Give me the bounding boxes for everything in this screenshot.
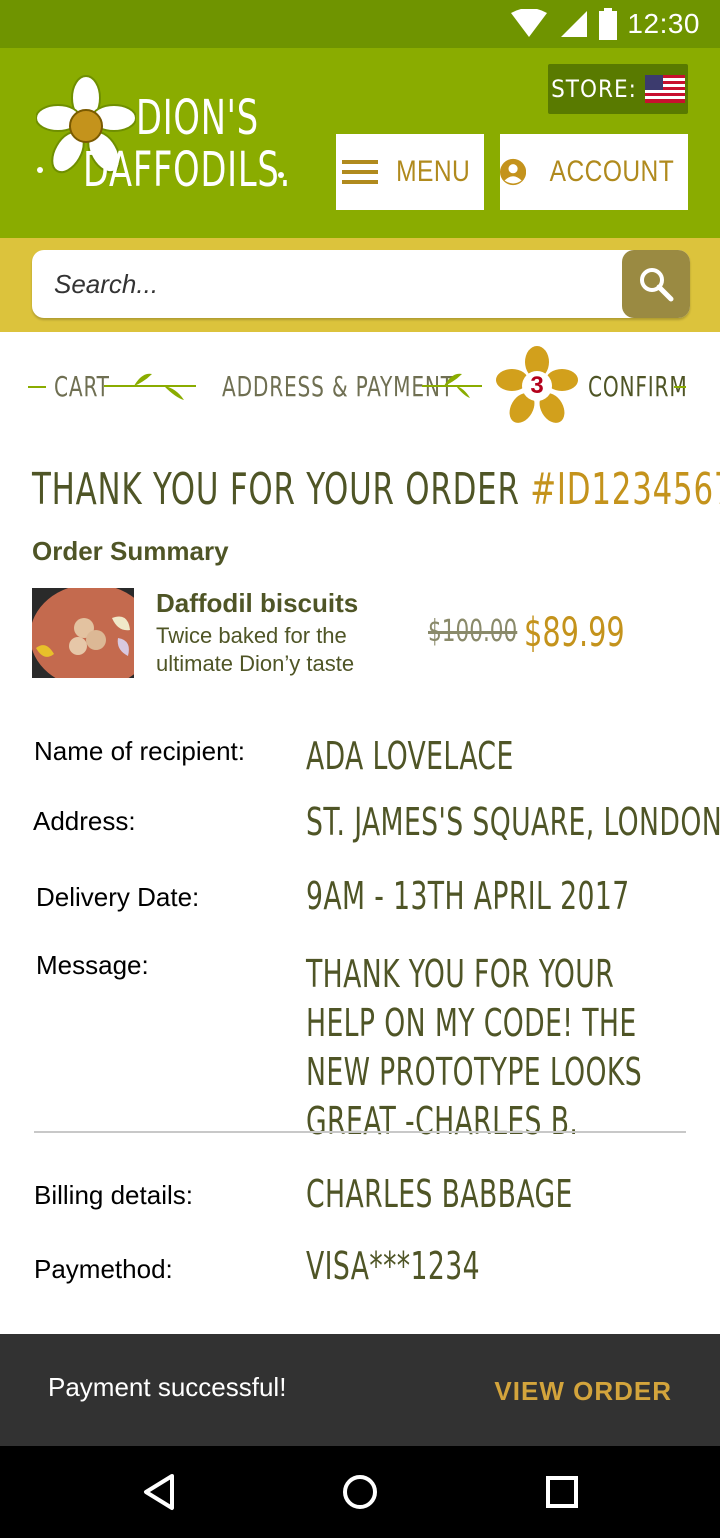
- product-name: Daffodil biscuits: [156, 588, 359, 618]
- status-icons: 12:30: [509, 8, 700, 40]
- view-order-button[interactable]: VIEW ORDER: [494, 1376, 672, 1407]
- signal-icon: [561, 11, 588, 37]
- checkout-stepper: CART ADDRESS & PAYMENT 3 CONFIRM: [0, 340, 720, 430]
- home-button[interactable]: [336, 1468, 384, 1516]
- search-box: [32, 250, 690, 318]
- order-id: #ID1234567: [530, 464, 720, 515]
- delivery-date-value: 9AM - 13TH APRIL 2017: [306, 874, 630, 918]
- vine-icon: [104, 373, 196, 400]
- billing-details-label: Billing details:: [34, 1180, 193, 1210]
- stepper-line-start: [28, 386, 46, 388]
- logo-line-2: DAFFODILS.: [82, 142, 292, 198]
- stepper-line-end: [674, 386, 686, 388]
- search-input[interactable]: [32, 250, 612, 318]
- vine-icon: [422, 373, 482, 398]
- back-button[interactable]: [136, 1468, 184, 1516]
- status-time: 12:30: [627, 8, 700, 39]
- order-summary-title: Order Summary: [32, 536, 229, 566]
- store-selector-button[interactable]: STORE:: [548, 64, 688, 114]
- snackbar: Payment successful! VIEW ORDER: [0, 1334, 720, 1446]
- step-cart[interactable]: CART: [54, 370, 110, 403]
- site-header: DION'S DAFFODILS. STORE: MENU ACCOUNT: [0, 48, 720, 238]
- step-confirm[interactable]: CONFIRM: [588, 370, 688, 403]
- step-confirm-number: 3: [530, 372, 544, 399]
- thank-you-text: THANK YOU FOR YOUR ORDER: [32, 464, 520, 515]
- wifi-icon: [511, 9, 548, 37]
- message-value: THANK YOU FOR YOUR HELP ON MY CODE! THE …: [306, 952, 643, 1143]
- thank-you-heading: THANK YOU FOR YOUR ORDER #ID1234567: [32, 464, 720, 515]
- divider: [34, 1131, 686, 1133]
- status-bar: 12:30: [0, 0, 720, 48]
- us-flag-icon: [644, 75, 685, 103]
- address-label: Address:: [33, 806, 136, 836]
- dions-daffodils-logo[interactable]: DION'S DAFFODILS.: [36, 68, 296, 218]
- logo-line-1: DION'S: [136, 90, 259, 146]
- menu-button[interactable]: MENU: [336, 134, 484, 210]
- original-price: $100.00: [428, 614, 518, 649]
- recipient-value: ADA LOVELACE: [306, 734, 514, 778]
- back-triangle-icon: [144, 1474, 174, 1510]
- logo-text: DION'S DAFFODILS.: [83, 90, 291, 196]
- account-label: ACCOUNT: [549, 155, 675, 188]
- product-description: Twice baked for the ultimate Dion’y tast…: [156, 623, 355, 676]
- system-nav-bar: [0, 1446, 720, 1538]
- menu-label: MENU: [395, 155, 471, 188]
- product-image: [32, 588, 134, 678]
- recents-square-icon: [546, 1476, 578, 1508]
- step-address-payment[interactable]: ADDRESS & PAYMENT: [222, 370, 454, 403]
- sale-price: $89.99: [524, 610, 625, 656]
- address-value: ST. JAMES'S SQUARE, LONDON: [306, 800, 720, 844]
- battery-icon: [599, 8, 618, 40]
- delivery-date-label: Delivery Date:: [36, 882, 200, 912]
- message-label: Message:: [36, 950, 149, 980]
- paymethod-label: Paymethod:: [34, 1254, 173, 1284]
- search-bar: [0, 238, 720, 332]
- logo-dot: [278, 172, 284, 178]
- hamburger-icon: [341, 160, 378, 184]
- home-circle-icon: [343, 1475, 377, 1509]
- snackbar-message: Payment successful!: [48, 1372, 287, 1402]
- account-button[interactable]: ACCOUNT: [500, 134, 688, 210]
- billing-details-value: CHARLES BABBAGE: [306, 1172, 573, 1216]
- search-icon: [640, 268, 674, 302]
- search-button[interactable]: [622, 250, 690, 318]
- recents-button[interactable]: [538, 1468, 586, 1516]
- recipient-label: Name of recipient:: [34, 736, 245, 766]
- paymethod-value: VISA***1234: [306, 1244, 480, 1288]
- store-label: STORE:: [551, 75, 637, 103]
- user-avatar-icon: [500, 158, 527, 186]
